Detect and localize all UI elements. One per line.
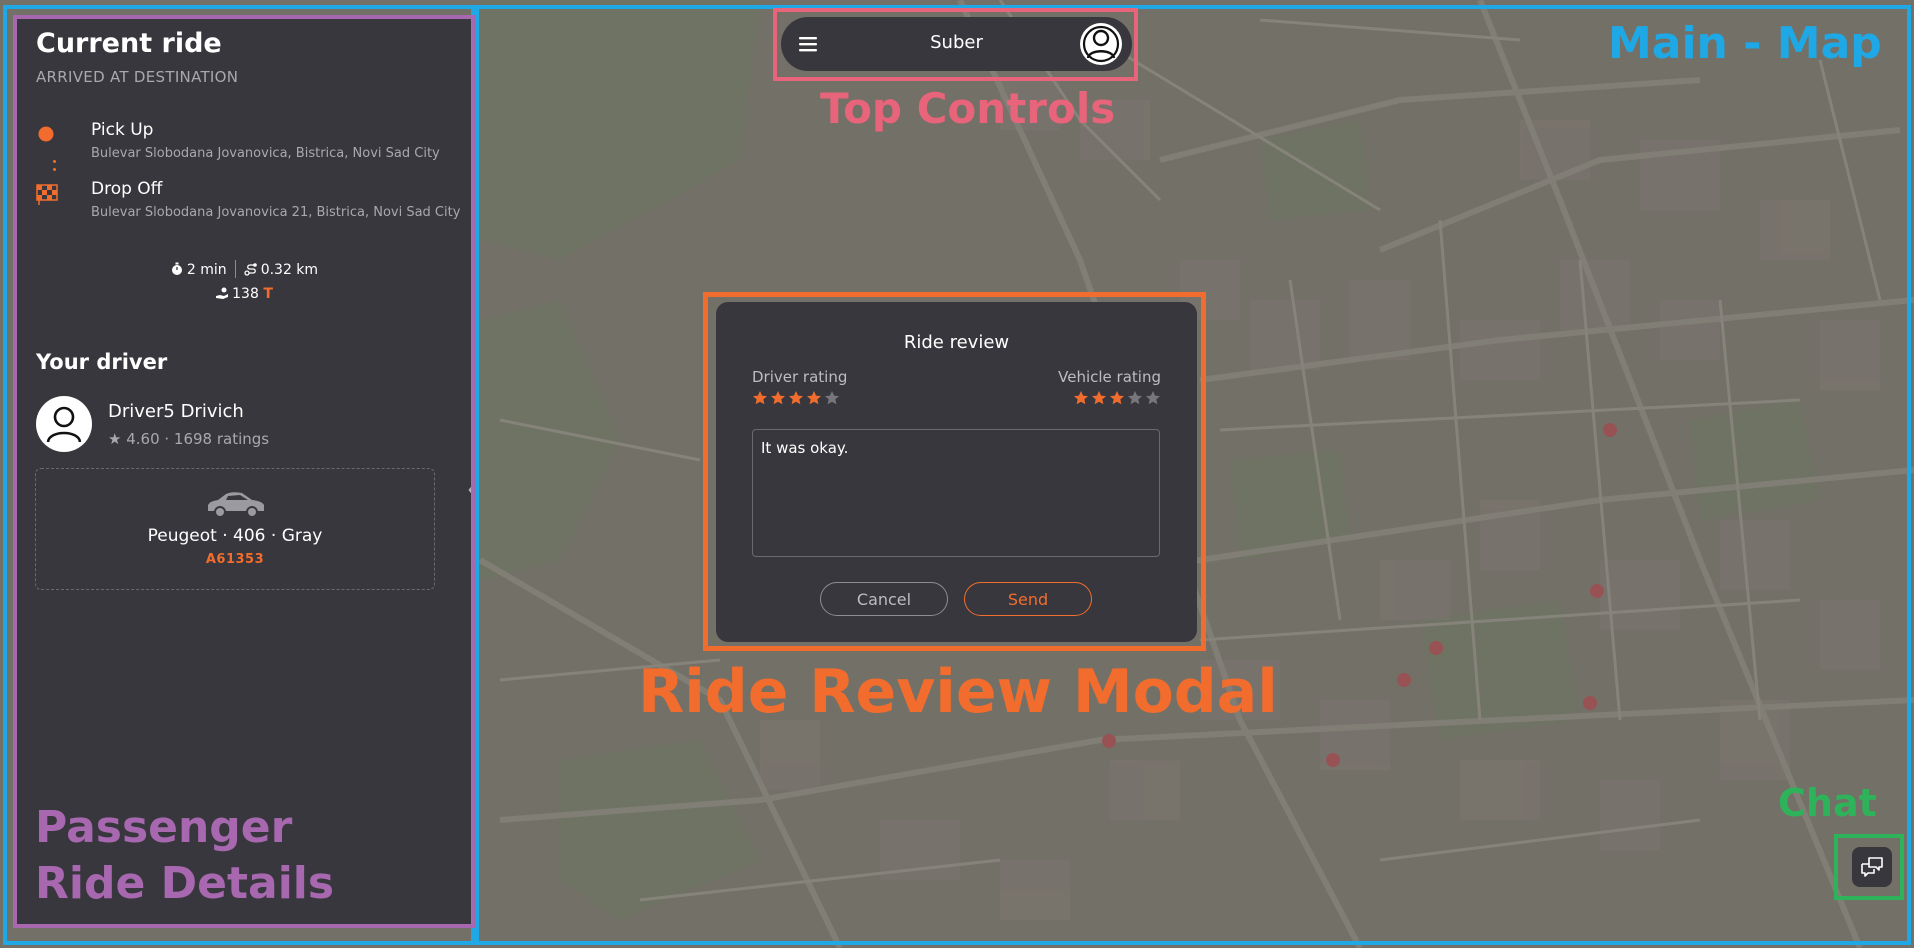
annotation-main-map: Main - Map (1608, 18, 1882, 69)
ride-review-modal-region-box (703, 292, 1206, 651)
app-root: Current ride ARRIVED AT DESTINATION Pick… (0, 0, 1914, 948)
annotation-chat: Chat (1778, 781, 1877, 825)
annotation-ride-details: Ride Details (35, 858, 335, 909)
passenger-ride-details-region-box (13, 15, 476, 928)
annotation-ride-review-modal: Ride Review Modal (638, 657, 1278, 727)
annotation-passenger: Passenger (35, 802, 293, 853)
annotation-top-controls: Top Controls (820, 84, 1116, 133)
top-controls-region-box (773, 8, 1138, 81)
chat-region-box (1834, 834, 1904, 900)
